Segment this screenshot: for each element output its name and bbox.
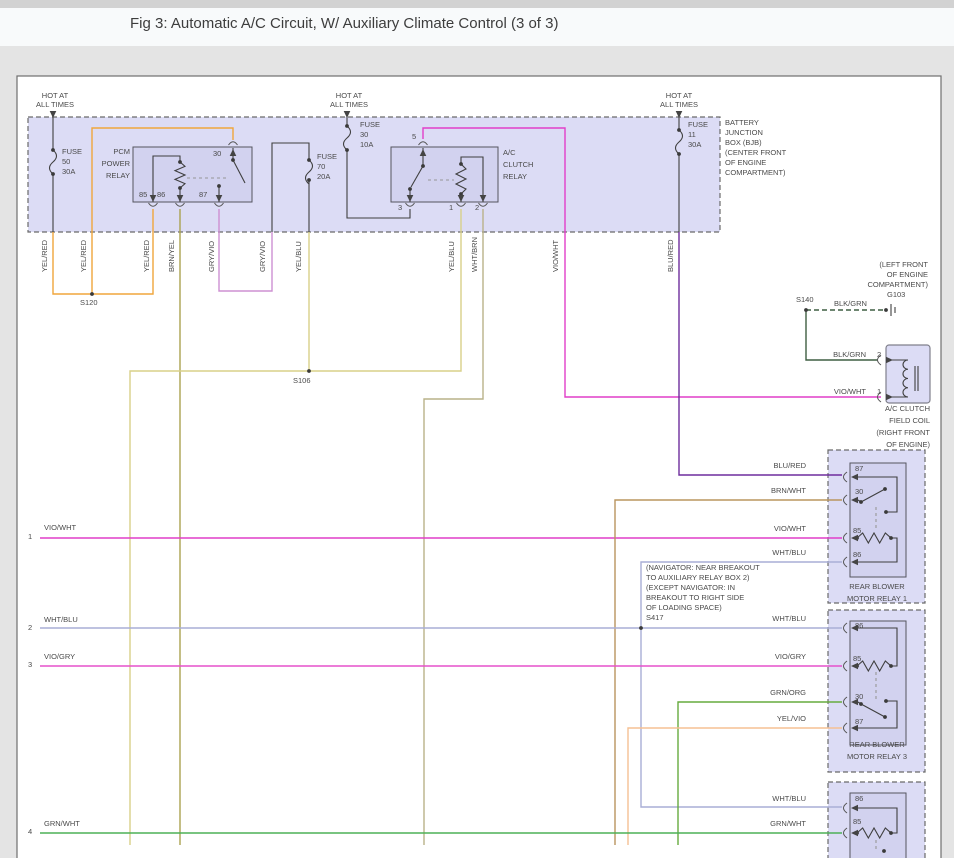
junction-dot bbox=[889, 536, 893, 540]
junction-dot bbox=[51, 172, 55, 176]
junction-dot bbox=[859, 702, 863, 706]
junction-dot bbox=[639, 626, 643, 630]
junction-dot bbox=[459, 162, 463, 166]
junction-dot bbox=[883, 715, 887, 719]
junction-dot bbox=[859, 500, 863, 504]
junction-dot bbox=[884, 699, 888, 703]
junction-dot bbox=[804, 308, 808, 312]
junction-dot bbox=[884, 308, 888, 312]
junction-dot bbox=[883, 487, 887, 491]
junction-dot bbox=[882, 849, 886, 853]
junction-dot bbox=[421, 164, 425, 168]
junction-dot bbox=[345, 124, 349, 128]
rear-blower-motor-relay-1-inner bbox=[850, 463, 906, 577]
junction-dot bbox=[889, 831, 893, 835]
junction-dot bbox=[889, 664, 893, 668]
junction-dot bbox=[307, 369, 311, 373]
junction-dot bbox=[90, 292, 94, 296]
ac-clutch-field-coil-box bbox=[886, 345, 930, 403]
junction-dot bbox=[51, 148, 55, 152]
junction-dot bbox=[408, 187, 412, 191]
rear-blower-motor-relay-3-inner bbox=[850, 621, 906, 745]
wiring-diagram-svg bbox=[0, 0, 954, 858]
junction-dot bbox=[178, 160, 182, 164]
battery-junction-box bbox=[28, 117, 720, 232]
junction-dot bbox=[345, 148, 349, 152]
ac-clutch-relay-box bbox=[391, 147, 498, 202]
junction-dot bbox=[677, 128, 681, 132]
junction-dot bbox=[217, 184, 221, 188]
junction-dot bbox=[677, 152, 681, 156]
junction-dot bbox=[307, 158, 311, 162]
screen: Fig 3: Automatic A/C Circuit, W/ Auxilia… bbox=[0, 0, 954, 858]
junction-dot bbox=[231, 158, 235, 162]
junction-dot bbox=[884, 510, 888, 514]
rear-blower-motor-relay-2-inner bbox=[850, 793, 906, 858]
junction-dot bbox=[178, 186, 182, 190]
junction-dot bbox=[307, 178, 311, 182]
